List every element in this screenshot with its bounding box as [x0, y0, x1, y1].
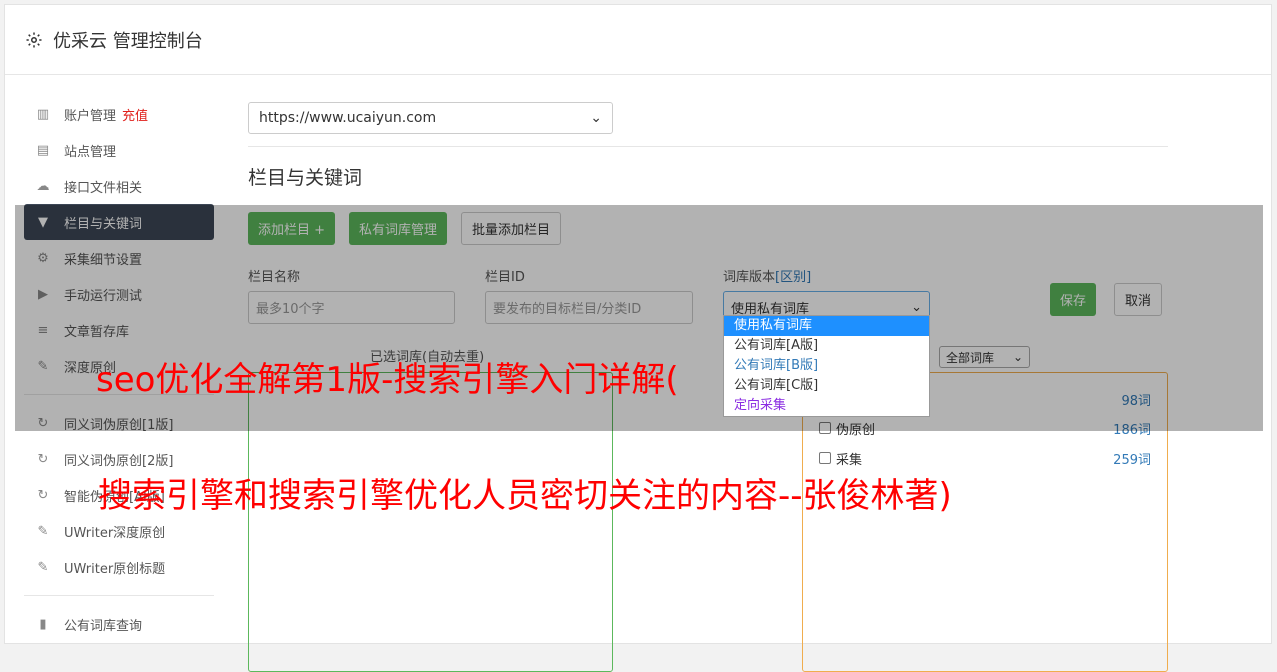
dropdown-option[interactable]: 公有词库[B版]	[724, 356, 929, 376]
edit-icon: ✎	[37, 559, 49, 575]
sidebar-item-label: 公有词库查询	[64, 618, 143, 634]
cloud-upload-icon: ☁	[36, 178, 50, 194]
sidebar-item-uwriter-deep[interactable]: ✎ UWriter深度原创	[24, 513, 214, 549]
recharge-link[interactable]: 充值	[122, 105, 148, 124]
section-divider	[248, 146, 1168, 147]
sidebar-item-account[interactable]: ▥ 账户管理 充值	[24, 96, 214, 132]
sidebar-item-label: 站点管理	[64, 144, 117, 160]
version-dropdown[interactable]: 使用私有词库 公有词库[A版] 公有词库[B版] 公有词库[C版] 定向采集	[723, 315, 930, 417]
watermark-line-2: 搜索引擎和搜索引擎优化人员密切关注的内容--张俊林著)	[98, 476, 952, 516]
checkbox[interactable]	[819, 452, 831, 464]
lib-name: 采集	[836, 452, 863, 468]
watermark-line-1: seo优化全解第1版-搜索引擎入门详解(	[96, 360, 679, 400]
sidebar-item-label: UWriter原创标题	[64, 561, 166, 577]
refresh-icon: ↻	[37, 451, 49, 467]
section-title: 栏目与关键词	[248, 167, 363, 189]
lib-count: 259词	[1113, 452, 1151, 468]
list-item[interactable]: 采集 259词	[819, 448, 1151, 468]
sidebar-item-label: UWriter深度原创	[64, 525, 166, 541]
sidebar-divider	[24, 595, 214, 596]
page-header: 优采云 管理控制台	[5, 5, 1271, 75]
server-icon: ▤	[36, 142, 50, 158]
lib-item: 采集	[819, 449, 862, 468]
sidebar-item-interface[interactable]: ☁ 接口文件相关	[24, 168, 214, 204]
page-title: 优采云 管理控制台	[53, 30, 203, 52]
sidebar-item-label: 同义词伪原创[2版]	[64, 453, 174, 469]
sidebar-item-sites[interactable]: ▤ 站点管理	[24, 132, 214, 168]
sidebar-item-public-lib[interactable]: ▮ 公有词库查询	[24, 606, 214, 642]
edit-icon: ✎	[37, 523, 49, 539]
gear-icon	[26, 32, 42, 47]
refresh-icon: ↻	[37, 487, 49, 503]
site-select-value: https://www.ucaiyun.com	[259, 110, 437, 126]
dropdown-option[interactable]: 使用私有词库	[724, 316, 929, 336]
book-icon: ▮	[39, 616, 47, 632]
sidebar-item-uwriter-title[interactable]: ✎ UWriter原创标题	[24, 549, 214, 585]
dropdown-option[interactable]: 公有词库[A版]	[724, 336, 929, 356]
sidebar-item-label: 账户管理	[64, 108, 117, 124]
chevron-down-icon: ⌄	[590, 110, 602, 126]
site-select[interactable]: https://www.ucaiyun.com ⌄	[248, 102, 613, 134]
dropdown-option[interactable]: 定向采集	[724, 396, 929, 416]
sidebar-item-label: 接口文件相关	[64, 180, 143, 196]
dropdown-option[interactable]: 公有词库[C版]	[724, 376, 929, 396]
bar-chart-icon: ▥	[36, 106, 50, 122]
